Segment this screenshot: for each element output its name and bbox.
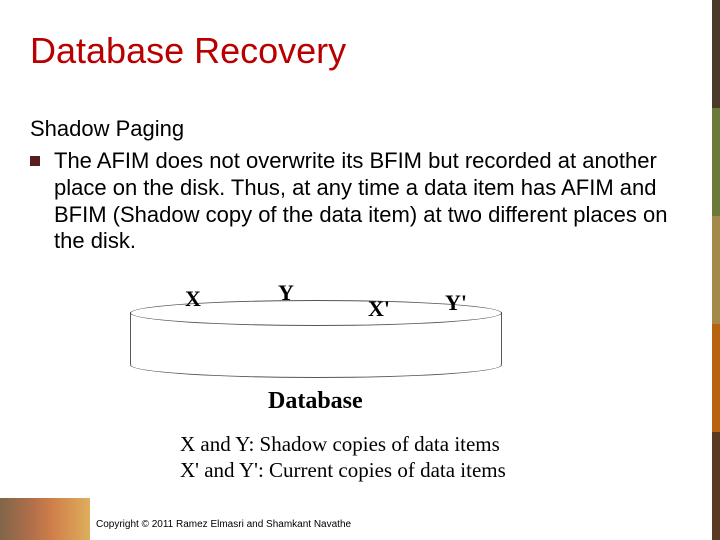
label-y: Y — [278, 280, 294, 306]
shadow-paging-diagram: X Y X' Y' Database — [120, 280, 550, 420]
left-decor-blob — [0, 498, 90, 540]
bullet-icon — [30, 156, 40, 166]
label-x-prime: X' — [368, 296, 390, 322]
right-decor-stripe — [712, 0, 720, 540]
copyright-text: Copyright © 2011 Ramez Elmasri and Shamk… — [96, 519, 351, 530]
label-y-prime: Y' — [445, 290, 467, 316]
slide: Database Recovery Shadow Paging The AFIM… — [0, 0, 720, 540]
bullet-text: The AFIM does not overwrite its BFIM but… — [54, 148, 690, 255]
database-label: Database — [268, 388, 363, 415]
caption-line-1: X and Y: Shadow copies of data items — [180, 432, 506, 458]
section-subtitle: Shadow Paging — [30, 116, 184, 142]
slide-title: Database Recovery — [30, 30, 346, 72]
bullet-item: The AFIM does not overwrite its BFIM but… — [30, 148, 690, 255]
label-x: X — [185, 286, 201, 312]
diagram-caption: X and Y: Shadow copies of data items X' … — [180, 432, 506, 483]
caption-line-2: X' and Y': Current copies of data items — [180, 458, 506, 484]
